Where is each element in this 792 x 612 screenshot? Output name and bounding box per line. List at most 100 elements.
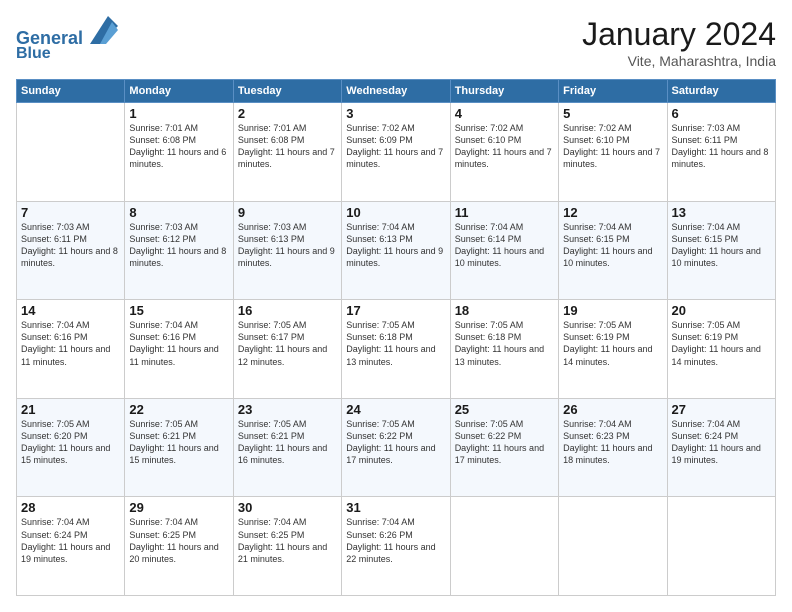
calendar-cell: 3Sunrise: 7:02 AMSunset: 6:09 PMDaylight…	[342, 103, 450, 202]
day-header-monday: Monday	[125, 80, 233, 103]
logo-text: General	[16, 16, 118, 49]
calendar-cell	[559, 497, 667, 596]
day-number: 9	[238, 205, 337, 220]
day-info: Sunrise: 7:04 AMSunset: 6:24 PMDaylight:…	[672, 418, 771, 467]
day-number: 30	[238, 500, 337, 515]
calendar-cell: 24Sunrise: 7:05 AMSunset: 6:22 PMDayligh…	[342, 398, 450, 497]
day-number: 7	[21, 205, 120, 220]
calendar-subtitle: Vite, Maharashtra, India	[582, 53, 776, 69]
day-info: Sunrise: 7:04 AMSunset: 6:25 PMDaylight:…	[129, 516, 228, 565]
day-info: Sunrise: 7:02 AMSunset: 6:10 PMDaylight:…	[563, 122, 662, 171]
calendar-week-2: 7Sunrise: 7:03 AMSunset: 6:11 PMDaylight…	[17, 201, 776, 300]
day-header-friday: Friday	[559, 80, 667, 103]
day-number: 6	[672, 106, 771, 121]
day-info: Sunrise: 7:05 AMSunset: 6:19 PMDaylight:…	[563, 319, 662, 368]
calendar-cell: 18Sunrise: 7:05 AMSunset: 6:18 PMDayligh…	[450, 300, 558, 399]
day-number: 27	[672, 402, 771, 417]
calendar-cell: 1Sunrise: 7:01 AMSunset: 6:08 PMDaylight…	[125, 103, 233, 202]
logo: General Blue	[16, 16, 118, 62]
calendar-week-1: 1Sunrise: 7:01 AMSunset: 6:08 PMDaylight…	[17, 103, 776, 202]
day-number: 4	[455, 106, 554, 121]
day-number: 17	[346, 303, 445, 318]
day-number: 3	[346, 106, 445, 121]
calendar-cell: 26Sunrise: 7:04 AMSunset: 6:23 PMDayligh…	[559, 398, 667, 497]
calendar-week-4: 21Sunrise: 7:05 AMSunset: 6:20 PMDayligh…	[17, 398, 776, 497]
day-info: Sunrise: 7:04 AMSunset: 6:15 PMDaylight:…	[672, 221, 771, 270]
day-number: 26	[563, 402, 662, 417]
header: General Blue January 2024 Vite, Maharash…	[16, 16, 776, 69]
day-info: Sunrise: 7:03 AMSunset: 6:12 PMDaylight:…	[129, 221, 228, 270]
day-info: Sunrise: 7:01 AMSunset: 6:08 PMDaylight:…	[238, 122, 337, 171]
day-info: Sunrise: 7:05 AMSunset: 6:17 PMDaylight:…	[238, 319, 337, 368]
day-info: Sunrise: 7:05 AMSunset: 6:20 PMDaylight:…	[21, 418, 120, 467]
calendar-cell: 14Sunrise: 7:04 AMSunset: 6:16 PMDayligh…	[17, 300, 125, 399]
calendar-cell: 10Sunrise: 7:04 AMSunset: 6:13 PMDayligh…	[342, 201, 450, 300]
day-number: 16	[238, 303, 337, 318]
day-number: 20	[672, 303, 771, 318]
calendar-cell: 5Sunrise: 7:02 AMSunset: 6:10 PMDaylight…	[559, 103, 667, 202]
day-info: Sunrise: 7:04 AMSunset: 6:25 PMDaylight:…	[238, 516, 337, 565]
calendar-cell: 15Sunrise: 7:04 AMSunset: 6:16 PMDayligh…	[125, 300, 233, 399]
day-header-wednesday: Wednesday	[342, 80, 450, 103]
day-number: 21	[21, 402, 120, 417]
day-info: Sunrise: 7:05 AMSunset: 6:21 PMDaylight:…	[238, 418, 337, 467]
day-info: Sunrise: 7:05 AMSunset: 6:22 PMDaylight:…	[455, 418, 554, 467]
calendar-header-row: SundayMondayTuesdayWednesdayThursdayFrid…	[17, 80, 776, 103]
calendar-cell: 13Sunrise: 7:04 AMSunset: 6:15 PMDayligh…	[667, 201, 775, 300]
day-info: Sunrise: 7:02 AMSunset: 6:09 PMDaylight:…	[346, 122, 445, 171]
day-number: 24	[346, 402, 445, 417]
day-number: 11	[455, 205, 554, 220]
calendar-cell: 4Sunrise: 7:02 AMSunset: 6:10 PMDaylight…	[450, 103, 558, 202]
calendar-cell: 7Sunrise: 7:03 AMSunset: 6:11 PMDaylight…	[17, 201, 125, 300]
day-header-sunday: Sunday	[17, 80, 125, 103]
calendar-cell: 2Sunrise: 7:01 AMSunset: 6:08 PMDaylight…	[233, 103, 341, 202]
calendar-cell: 22Sunrise: 7:05 AMSunset: 6:21 PMDayligh…	[125, 398, 233, 497]
day-number: 19	[563, 303, 662, 318]
calendar-week-3: 14Sunrise: 7:04 AMSunset: 6:16 PMDayligh…	[17, 300, 776, 399]
calendar-cell: 8Sunrise: 7:03 AMSunset: 6:12 PMDaylight…	[125, 201, 233, 300]
calendar-cell	[667, 497, 775, 596]
day-info: Sunrise: 7:04 AMSunset: 6:13 PMDaylight:…	[346, 221, 445, 270]
day-number: 5	[563, 106, 662, 121]
day-number: 18	[455, 303, 554, 318]
calendar-cell: 19Sunrise: 7:05 AMSunset: 6:19 PMDayligh…	[559, 300, 667, 399]
day-number: 28	[21, 500, 120, 515]
day-header-thursday: Thursday	[450, 80, 558, 103]
day-info: Sunrise: 7:04 AMSunset: 6:16 PMDaylight:…	[129, 319, 228, 368]
calendar-cell: 23Sunrise: 7:05 AMSunset: 6:21 PMDayligh…	[233, 398, 341, 497]
calendar-cell: 20Sunrise: 7:05 AMSunset: 6:19 PMDayligh…	[667, 300, 775, 399]
day-number: 14	[21, 303, 120, 318]
day-header-saturday: Saturday	[667, 80, 775, 103]
day-number: 29	[129, 500, 228, 515]
calendar-cell	[450, 497, 558, 596]
day-info: Sunrise: 7:04 AMSunset: 6:26 PMDaylight:…	[346, 516, 445, 565]
day-info: Sunrise: 7:05 AMSunset: 6:18 PMDaylight:…	[346, 319, 445, 368]
day-number: 1	[129, 106, 228, 121]
calendar-cell	[17, 103, 125, 202]
day-info: Sunrise: 7:05 AMSunset: 6:21 PMDaylight:…	[129, 418, 228, 467]
day-info: Sunrise: 7:04 AMSunset: 6:23 PMDaylight:…	[563, 418, 662, 467]
calendar-cell: 12Sunrise: 7:04 AMSunset: 6:15 PMDayligh…	[559, 201, 667, 300]
calendar-cell: 28Sunrise: 7:04 AMSunset: 6:24 PMDayligh…	[17, 497, 125, 596]
day-info: Sunrise: 7:04 AMSunset: 6:15 PMDaylight:…	[563, 221, 662, 270]
day-number: 8	[129, 205, 228, 220]
calendar-cell: 29Sunrise: 7:04 AMSunset: 6:25 PMDayligh…	[125, 497, 233, 596]
day-number: 10	[346, 205, 445, 220]
day-info: Sunrise: 7:05 AMSunset: 6:18 PMDaylight:…	[455, 319, 554, 368]
day-info: Sunrise: 7:03 AMSunset: 6:11 PMDaylight:…	[21, 221, 120, 270]
day-info: Sunrise: 7:01 AMSunset: 6:08 PMDaylight:…	[129, 122, 228, 171]
page: General Blue January 2024 Vite, Maharash…	[0, 0, 792, 612]
calendar-cell: 30Sunrise: 7:04 AMSunset: 6:25 PMDayligh…	[233, 497, 341, 596]
day-info: Sunrise: 7:04 AMSunset: 6:14 PMDaylight:…	[455, 221, 554, 270]
day-info: Sunrise: 7:03 AMSunset: 6:11 PMDaylight:…	[672, 122, 771, 171]
logo-icon	[90, 16, 118, 44]
day-info: Sunrise: 7:04 AMSunset: 6:16 PMDaylight:…	[21, 319, 120, 368]
day-number: 23	[238, 402, 337, 417]
calendar-cell: 17Sunrise: 7:05 AMSunset: 6:18 PMDayligh…	[342, 300, 450, 399]
calendar-cell: 11Sunrise: 7:04 AMSunset: 6:14 PMDayligh…	[450, 201, 558, 300]
day-info: Sunrise: 7:02 AMSunset: 6:10 PMDaylight:…	[455, 122, 554, 171]
calendar-cell: 21Sunrise: 7:05 AMSunset: 6:20 PMDayligh…	[17, 398, 125, 497]
day-number: 22	[129, 402, 228, 417]
calendar-week-5: 28Sunrise: 7:04 AMSunset: 6:24 PMDayligh…	[17, 497, 776, 596]
day-info: Sunrise: 7:03 AMSunset: 6:13 PMDaylight:…	[238, 221, 337, 270]
